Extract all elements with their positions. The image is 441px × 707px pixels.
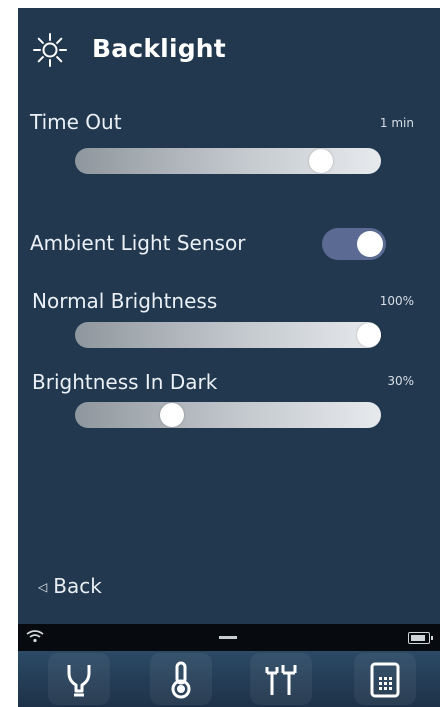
slider-thumb[interactable] (309, 149, 333, 173)
backlight-screen: Backlight Time Out 1 min Ambient Light S… (18, 8, 440, 707)
normal-brightness-value: 100% (379, 294, 414, 308)
back-arrow-icon: ◁ (38, 580, 48, 594)
dark-brightness-value: 30% (387, 374, 414, 388)
status-indicator (219, 636, 237, 639)
slider-thumb[interactable] (160, 403, 184, 427)
normal-brightness-label: Normal Brightness (32, 289, 218, 313)
time-out-slider[interactable] (75, 148, 381, 174)
thermometer-icon (171, 661, 191, 699)
calculator-icon (370, 662, 400, 698)
dock-thermometer-button[interactable] (150, 653, 212, 705)
toggle-knob (357, 231, 383, 257)
dark-brightness-slider[interactable] (75, 402, 381, 428)
dark-brightness-label: Brightness In Dark (32, 370, 218, 394)
status-bar (18, 624, 440, 652)
header: Backlight (18, 30, 440, 74)
bottom-dock (18, 651, 440, 707)
dock-probes-button[interactable] (250, 653, 312, 705)
back-label: Back (53, 574, 102, 598)
back-button[interactable]: ◁ Back (38, 574, 102, 598)
slider-thumb[interactable] (357, 323, 381, 347)
time-out-label: Time Out (30, 110, 122, 134)
ambient-sensor-label: Ambient Light Sensor (30, 231, 246, 255)
bulb-icon (67, 665, 91, 697)
battery-level (411, 635, 425, 641)
sun-icon (33, 33, 67, 67)
dock-calculator-button[interactable] (354, 653, 416, 705)
time-out-value: 1 min (379, 116, 414, 130)
dock-bulb-button[interactable] (48, 653, 110, 705)
ambient-sensor-toggle[interactable] (322, 228, 386, 260)
probes-icon (265, 665, 297, 695)
wifi-icon (26, 630, 44, 643)
page-title: Backlight (92, 34, 226, 63)
battery-icon (408, 632, 433, 644)
normal-brightness-slider[interactable] (75, 322, 381, 348)
